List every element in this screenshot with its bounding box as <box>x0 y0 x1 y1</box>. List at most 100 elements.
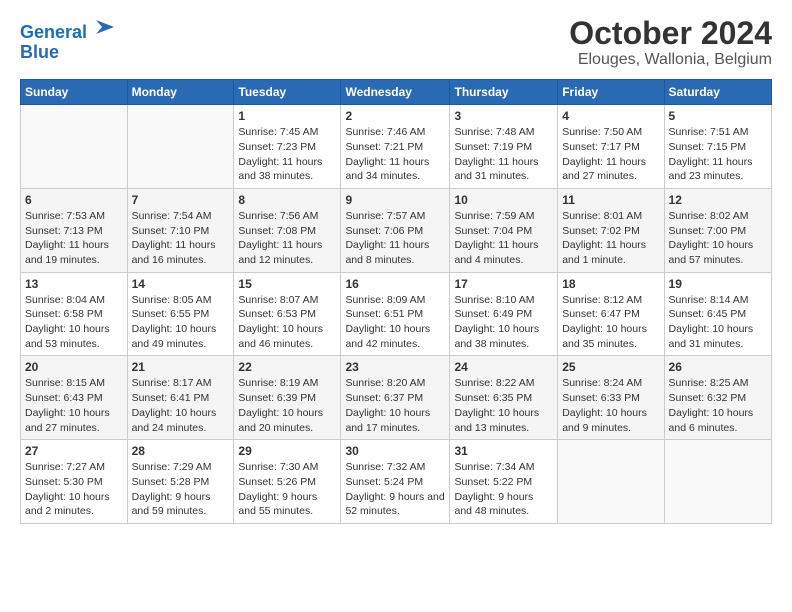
day-info: Sunrise: 7:27 AMSunset: 5:30 PMDaylight:… <box>25 460 123 519</box>
day-number: 5 <box>669 109 767 123</box>
table-row: 28Sunrise: 7:29 AMSunset: 5:28 PMDayligh… <box>127 440 234 524</box>
calendar-table: Sunday Monday Tuesday Wednesday Thursday… <box>20 79 772 524</box>
calendar-week-row: 13 Sunrise: 8:04 AMSunset: 6:58 PMDayligh… <box>21 272 772 356</box>
day-number: 17 <box>454 277 553 291</box>
day-info: Sunrise: 8:17 AMSunset: 6:41 PMDaylight:… <box>132 376 230 435</box>
calendar-title: October 2024 <box>569 16 772 51</box>
table-row: 25Sunrise: 8:24 AMSunset: 6:33 PMDayligh… <box>558 356 664 440</box>
day-number: 14 <box>132 277 230 291</box>
logo-general: General <box>20 22 87 42</box>
table-row: 12 Sunrise: 8:02 AMSunset: 7:00 PMDayligh… <box>664 188 771 272</box>
day-number: 21 <box>132 360 230 374</box>
day-number: 4 <box>562 109 659 123</box>
day-number: 18 <box>562 277 659 291</box>
day-info: Sunrise: 7:57 AMSunset: 7:06 PMDaylight:… <box>345 209 445 268</box>
day-info: Sunrise: 8:10 AMSunset: 6:49 PMDaylight:… <box>454 293 553 352</box>
table-row: 31Sunrise: 7:34 AMSunset: 5:22 PMDayligh… <box>450 440 558 524</box>
calendar-week-row: 6Sunrise: 7:53 AMSunset: 7:13 PMDaylight… <box>21 188 772 272</box>
table-row: 15Sunrise: 8:07 AMSunset: 6:53 PMDayligh… <box>234 272 341 356</box>
day-info: Sunrise: 7:32 AMSunset: 5:24 PMDaylight:… <box>345 460 445 519</box>
calendar-header-row: Sunday Monday Tuesday Wednesday Thursday… <box>21 80 772 105</box>
table-row <box>558 440 664 524</box>
col-tuesday: Tuesday <box>234 80 341 105</box>
day-info: Sunrise: 8:02 AMSunset: 7:00 PMDaylight:… <box>669 209 767 268</box>
table-row: 18 Sunrise: 8:12 AMSunset: 6:47 PMDayligh… <box>558 272 664 356</box>
table-row: 19 Sunrise: 8:14 AMSunset: 6:45 PMDayligh… <box>664 272 771 356</box>
day-number: 13 <box>25 277 123 291</box>
table-row: 13 Sunrise: 8:04 AMSunset: 6:58 PMDayligh… <box>21 272 128 356</box>
day-info: Sunrise: 8:15 AMSunset: 6:43 PMDaylight:… <box>25 376 123 435</box>
day-number: 1 <box>238 109 336 123</box>
day-info: Sunrise: 7:51 AMSunset: 7:15 PMDaylight:… <box>669 125 767 184</box>
day-info: Sunrise: 8:01 AMSunset: 7:02 PMDaylight:… <box>562 209 659 268</box>
table-row: 6Sunrise: 7:53 AMSunset: 7:13 PMDaylight… <box>21 188 128 272</box>
day-info: Sunrise: 8:20 AMSunset: 6:37 PMDaylight:… <box>345 376 445 435</box>
logo-arrow-icon <box>94 16 116 38</box>
table-row: 9 Sunrise: 7:57 AMSunset: 7:06 PMDaylight… <box>341 188 450 272</box>
table-row <box>664 440 771 524</box>
day-number: 24 <box>454 360 553 374</box>
table-row: 20 Sunrise: 8:15 AMSunset: 6:43 PMDayligh… <box>21 356 128 440</box>
day-info: Sunrise: 8:25 AMSunset: 6:32 PMDaylight:… <box>669 376 767 435</box>
day-info: Sunrise: 8:24 AMSunset: 6:33 PMDaylight:… <box>562 376 659 435</box>
day-number: 23 <box>345 360 445 374</box>
table-row: 17 Sunrise: 8:10 AMSunset: 6:49 PMDayligh… <box>450 272 558 356</box>
day-number: 20 <box>25 360 123 374</box>
logo: General Blue <box>20 16 116 63</box>
day-number: 8 <box>238 193 336 207</box>
day-info: Sunrise: 7:59 AMSunset: 7:04 PMDaylight:… <box>454 209 553 268</box>
day-info: Sunrise: 8:07 AMSunset: 6:53 PMDaylight:… <box>238 293 336 352</box>
col-saturday: Saturday <box>664 80 771 105</box>
table-row: 11 Sunrise: 8:01 AMSunset: 7:02 PMDayligh… <box>558 188 664 272</box>
table-row: 24Sunrise: 8:22 AMSunset: 6:35 PMDayligh… <box>450 356 558 440</box>
day-info: Sunrise: 7:48 AMSunset: 7:19 PMDaylight:… <box>454 125 553 184</box>
day-number: 9 <box>345 193 445 207</box>
table-row: 3 Sunrise: 7:48 AMSunset: 7:19 PMDaylight… <box>450 105 558 189</box>
calendar-week-row: 27Sunrise: 7:27 AMSunset: 5:30 PMDayligh… <box>21 440 772 524</box>
day-number: 16 <box>345 277 445 291</box>
day-number: 12 <box>669 193 767 207</box>
day-number: 7 <box>132 193 230 207</box>
col-friday: Friday <box>558 80 664 105</box>
day-info: Sunrise: 7:30 AMSunset: 5:26 PMDaylight:… <box>238 460 336 519</box>
day-number: 31 <box>454 444 553 458</box>
day-number: 11 <box>562 193 659 207</box>
table-row: 1Sunrise: 7:45 AMSunset: 7:23 PMDaylight… <box>234 105 341 189</box>
table-row: 30 Sunrise: 7:32 AMSunset: 5:24 PMDayligh… <box>341 440 450 524</box>
calendar-subtitle: Elouges, Wallonia, Belgium <box>569 51 772 69</box>
table-row: 21 Sunrise: 8:17 AMSunset: 6:41 PMDayligh… <box>127 356 234 440</box>
table-row: 16Sunrise: 8:09 AMSunset: 6:51 PMDayligh… <box>341 272 450 356</box>
table-row: 26 Sunrise: 8:25 AMSunset: 6:32 PMDayligh… <box>664 356 771 440</box>
calendar-week-row: 1Sunrise: 7:45 AMSunset: 7:23 PMDaylight… <box>21 105 772 189</box>
table-row: 10 Sunrise: 7:59 AMSunset: 7:04 PMDayligh… <box>450 188 558 272</box>
day-info: Sunrise: 7:56 AMSunset: 7:08 PMDaylight:… <box>238 209 336 268</box>
day-info: Sunrise: 7:53 AMSunset: 7:13 PMDaylight:… <box>25 209 123 268</box>
day-info: Sunrise: 8:14 AMSunset: 6:45 PMDaylight:… <box>669 293 767 352</box>
day-number: 22 <box>238 360 336 374</box>
table-row: 29 Sunrise: 7:30 AMSunset: 5:26 PMDayligh… <box>234 440 341 524</box>
page: General Blue October 2024 Elouges, Wallo… <box>0 0 792 612</box>
day-number: 26 <box>669 360 767 374</box>
day-number: 29 <box>238 444 336 458</box>
day-info: Sunrise: 7:54 AMSunset: 7:10 PMDaylight:… <box>132 209 230 268</box>
day-number: 3 <box>454 109 553 123</box>
table-row: 27Sunrise: 7:27 AMSunset: 5:30 PMDayligh… <box>21 440 128 524</box>
day-info: Sunrise: 7:46 AMSunset: 7:21 PMDaylight:… <box>345 125 445 184</box>
title-block: October 2024 Elouges, Wallonia, Belgium <box>569 16 772 69</box>
table-row <box>127 105 234 189</box>
table-row: 23 Sunrise: 8:20 AMSunset: 6:37 PMDayligh… <box>341 356 450 440</box>
day-info: Sunrise: 7:50 AMSunset: 7:17 PMDaylight:… <box>562 125 659 184</box>
table-row: 5 Sunrise: 7:51 AMSunset: 7:15 PMDaylight… <box>664 105 771 189</box>
col-thursday: Thursday <box>450 80 558 105</box>
table-row: 7 Sunrise: 7:54 AMSunset: 7:10 PMDaylight… <box>127 188 234 272</box>
table-row: 22Sunrise: 8:19 AMSunset: 6:39 PMDayligh… <box>234 356 341 440</box>
header: General Blue October 2024 Elouges, Wallo… <box>20 16 772 69</box>
day-number: 28 <box>132 444 230 458</box>
day-number: 10 <box>454 193 553 207</box>
day-info: Sunrise: 8:12 AMSunset: 6:47 PMDaylight:… <box>562 293 659 352</box>
day-number: 19 <box>669 277 767 291</box>
logo-text: General <box>20 16 116 43</box>
day-number: 30 <box>345 444 445 458</box>
day-info: Sunrise: 8:04 AMSunset: 6:58 PMDaylight:… <box>25 293 123 352</box>
table-row: 8 Sunrise: 7:56 AMSunset: 7:08 PMDaylight… <box>234 188 341 272</box>
